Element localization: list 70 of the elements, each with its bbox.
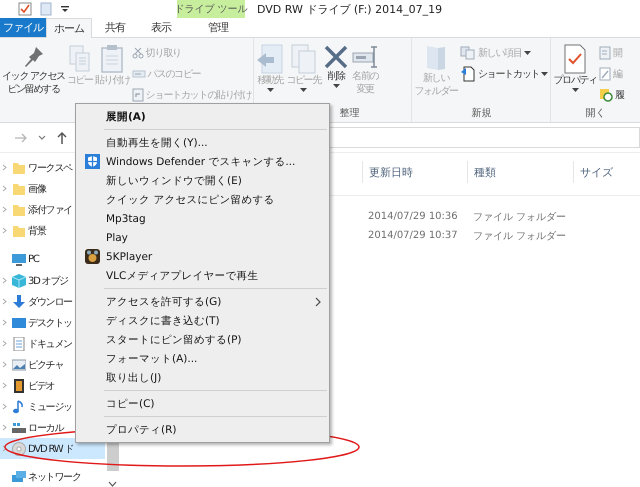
table-cell-text: ファイル フォルダー [472, 210, 568, 224]
new-item-icon [460, 46, 476, 60]
cube-icon [12, 274, 26, 288]
expand-chevron-icon [2, 227, 7, 234]
chevron-down-icon[interactable] [38, 134, 46, 140]
table-cell-text: ファイル フォルダー [472, 230, 568, 242]
shield-icon [85, 154, 100, 169]
player-icon [85, 249, 100, 264]
download-arrow-icon [12, 294, 26, 308]
folder-icon [12, 182, 26, 196]
expand-chevron-icon [2, 277, 7, 284]
ribbon-button[interactable]: プロパティ [552, 42, 598, 106]
edit-icon [598, 67, 611, 81]
folder-icon [12, 160, 26, 174]
table-cell-text: 2014/07/29 10:37 [367, 230, 459, 241]
monitor-icon [12, 316, 26, 330]
music-note-icon [12, 400, 26, 414]
column-header[interactable]: 種類 [467, 161, 573, 183]
expand-chevron-icon [2, 445, 7, 452]
disc-icon [12, 442, 26, 456]
scroll-down-icon[interactable] [108, 481, 117, 487]
properties-icon [562, 44, 588, 74]
expand-chevron-icon [2, 340, 7, 347]
ribbon-button[interactable]: 履 [598, 86, 625, 104]
folder-icon [12, 202, 26, 216]
checklist-icon[interactable] [18, 2, 32, 16]
expand-chevron-icon [2, 164, 7, 171]
customize-icon[interactable] [60, 4, 70, 14]
file-menu-tab[interactable]: ファイル [0, 18, 46, 37]
expand-chevron-icon [2, 298, 7, 305]
nav-item[interactable]: ネットワーク [0, 466, 105, 487]
clipboard-icon [100, 44, 124, 74]
folder-icon [12, 224, 26, 238]
menu-item[interactable]: 自動再生を開く(Y)... [78, 133, 327, 152]
ribbon-button[interactable]: イック アクセス ピン留めする [1, 42, 66, 106]
ribbon-tab[interactable]: ホーム [46, 18, 92, 38]
ribbon-button[interactable]: ショートカット [458, 65, 550, 83]
ribbon-button[interactable]: 削除 [322, 42, 350, 106]
move-icon [256, 44, 284, 74]
delete-icon [323, 44, 350, 70]
up-arrow-icon[interactable] [56, 130, 68, 144]
expand-chevron-icon [2, 361, 7, 368]
expand-chevron-icon [2, 403, 7, 410]
scissors-icon [132, 47, 144, 59]
rename-icon [351, 44, 380, 70]
copy-icon [68, 44, 92, 74]
film-icon [12, 378, 26, 392]
group-label: 開く [584, 107, 607, 121]
table-cell-text: 2014/07/29 10:36 [367, 211, 459, 222]
expand-chevron-icon [2, 206, 7, 213]
expand-chevron-icon [2, 382, 7, 389]
history-icon [598, 88, 613, 102]
drive-icon [12, 420, 26, 434]
column-header[interactable]: サイズ [573, 161, 640, 183]
open-icon [598, 46, 611, 60]
path-icon [132, 69, 146, 79]
expand-chevron-icon [2, 424, 7, 431]
image-icon [12, 358, 26, 372]
document-icon [12, 336, 26, 350]
expand-chevron-icon [2, 185, 7, 192]
copy-to-icon [290, 44, 318, 74]
shortcut-icon [460, 66, 476, 82]
group-label: 整理 [338, 107, 360, 121]
group-label: 新規 [470, 106, 492, 121]
expand-chevron-icon [2, 319, 7, 326]
column-header[interactable]: 更新日時 [362, 161, 467, 183]
window-title: DVD RW ドライブ (F:) 2014_07_19 [256, 2, 442, 18]
network-icon [12, 470, 26, 484]
menu-item[interactable]: 展開(A) [78, 107, 327, 126]
computer-icon [12, 252, 26, 266]
